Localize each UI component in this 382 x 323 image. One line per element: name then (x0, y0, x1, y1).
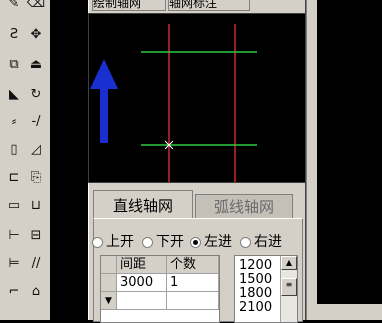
table-cell-spacing[interactable]: 3000 (117, 274, 167, 292)
stamp-icon[interactable]: ⏏ (26, 55, 46, 73)
radio-right-in[interactable]: 右进 (240, 233, 282, 251)
left-toolbox: ✎ ⌫ Ƨ ✥ ⧉ ⏏ ◣ ↻ ⸗ -/ ▯ ◿ ⊏ ⎘ ▭ ⊔ ⊢ ⊟ ⊨ /… (0, 0, 50, 320)
list-item[interactable]: 2100 (239, 301, 272, 314)
row-header (101, 274, 117, 292)
eraser-icon[interactable]: ⌫ (26, 0, 46, 12)
radio-top-open[interactable]: 上开 (92, 233, 134, 251)
stretch-icon[interactable]: ⊨ (4, 254, 24, 272)
trim-icon[interactable]: ⸗ (4, 112, 24, 130)
box-icon[interactable]: ▭ (4, 196, 24, 214)
radio-label: 右进 (254, 234, 282, 250)
radio-label: 下开 (156, 234, 184, 250)
list-item[interactable]: 1500 (239, 273, 272, 286)
tab-straight-grid[interactable]: 直线轴网 (93, 190, 193, 219)
table-corner (101, 256, 117, 274)
column-header-count: 个数 (167, 256, 219, 274)
table-cell-count[interactable] (167, 292, 219, 310)
dim-icon[interactable]: ⊢ (4, 226, 24, 244)
preset-value-list[interactable]: 1200 1500 1800 2100 ▲ ≡ (234, 255, 298, 323)
copy-icon[interactable]: ⧉ (4, 55, 24, 73)
radio-bottom-open[interactable]: 下开 (142, 233, 184, 251)
radio-circle (142, 236, 153, 248)
new-row-marker-icon: ▼ (101, 292, 117, 310)
grid-tab-panel: 直线轴网 弧线轴网 上开 下开 左进 右进 间距 个数 3000 1 ▼ 120… (92, 190, 303, 323)
table-cell-spacing[interactable] (117, 292, 167, 310)
move-icon[interactable]: ✥ (26, 25, 46, 43)
arc-icon[interactable]: // (26, 254, 46, 272)
spacing-table[interactable]: 间距 个数 3000 1 ▼ (100, 255, 220, 323)
arrow-up-icon (90, 59, 118, 143)
rect-icon[interactable]: ▯ (4, 140, 24, 158)
list-scrollbar[interactable]: ▲ ≡ (280, 256, 297, 322)
column-header-spacing: 间距 (117, 256, 167, 274)
text-icon[interactable]: ⌂ (26, 282, 46, 300)
mirror-icon[interactable]: ◣ (4, 85, 24, 103)
radio-left-in[interactable]: 左进 (190, 233, 232, 251)
list-item[interactable]: 1800 (239, 287, 272, 300)
break-icon[interactable]: ⊏ (4, 168, 24, 186)
list-item[interactable]: 1200 (239, 259, 272, 272)
curve-icon[interactable]: Ƨ (4, 25, 24, 43)
radio-circle (240, 236, 251, 248)
radio-label: 上开 (106, 234, 134, 250)
table-cell-count[interactable]: 1 (167, 274, 219, 292)
dialog-right-frame (306, 0, 317, 320)
rotate-icon[interactable]: ↻ (26, 85, 46, 103)
fillet-icon[interactable]: ◿ (26, 140, 46, 158)
scroll-thumb[interactable]: ≡ (281, 278, 297, 296)
radio-circle-selected (190, 236, 201, 248)
pencil-icon[interactable]: ✎ (4, 0, 24, 12)
dim2-icon[interactable]: ⊟ (26, 226, 46, 244)
scroll-up-icon[interactable]: ▲ (281, 256, 297, 270)
box-open-icon[interactable]: ⊔ (26, 196, 46, 214)
explode-icon[interactable]: ⎘ (26, 168, 46, 186)
radio-label: 左进 (204, 234, 232, 250)
tab-body: 上开 下开 左进 右进 间距 个数 3000 1 ▼ 1200 1500 180… (92, 218, 303, 323)
extend-icon[interactable]: -/ (26, 112, 46, 130)
tab-draw-axis[interactable]: 绘制轴网 (92, 0, 166, 11)
tab-arc-grid[interactable]: 弧线轴网 (195, 194, 293, 219)
hatch-icon[interactable]: ⌐ (4, 282, 24, 300)
status-corner (316, 304, 382, 320)
tab-axis-annotation[interactable]: 轴网标注 (168, 0, 250, 11)
radio-circle (92, 236, 103, 248)
